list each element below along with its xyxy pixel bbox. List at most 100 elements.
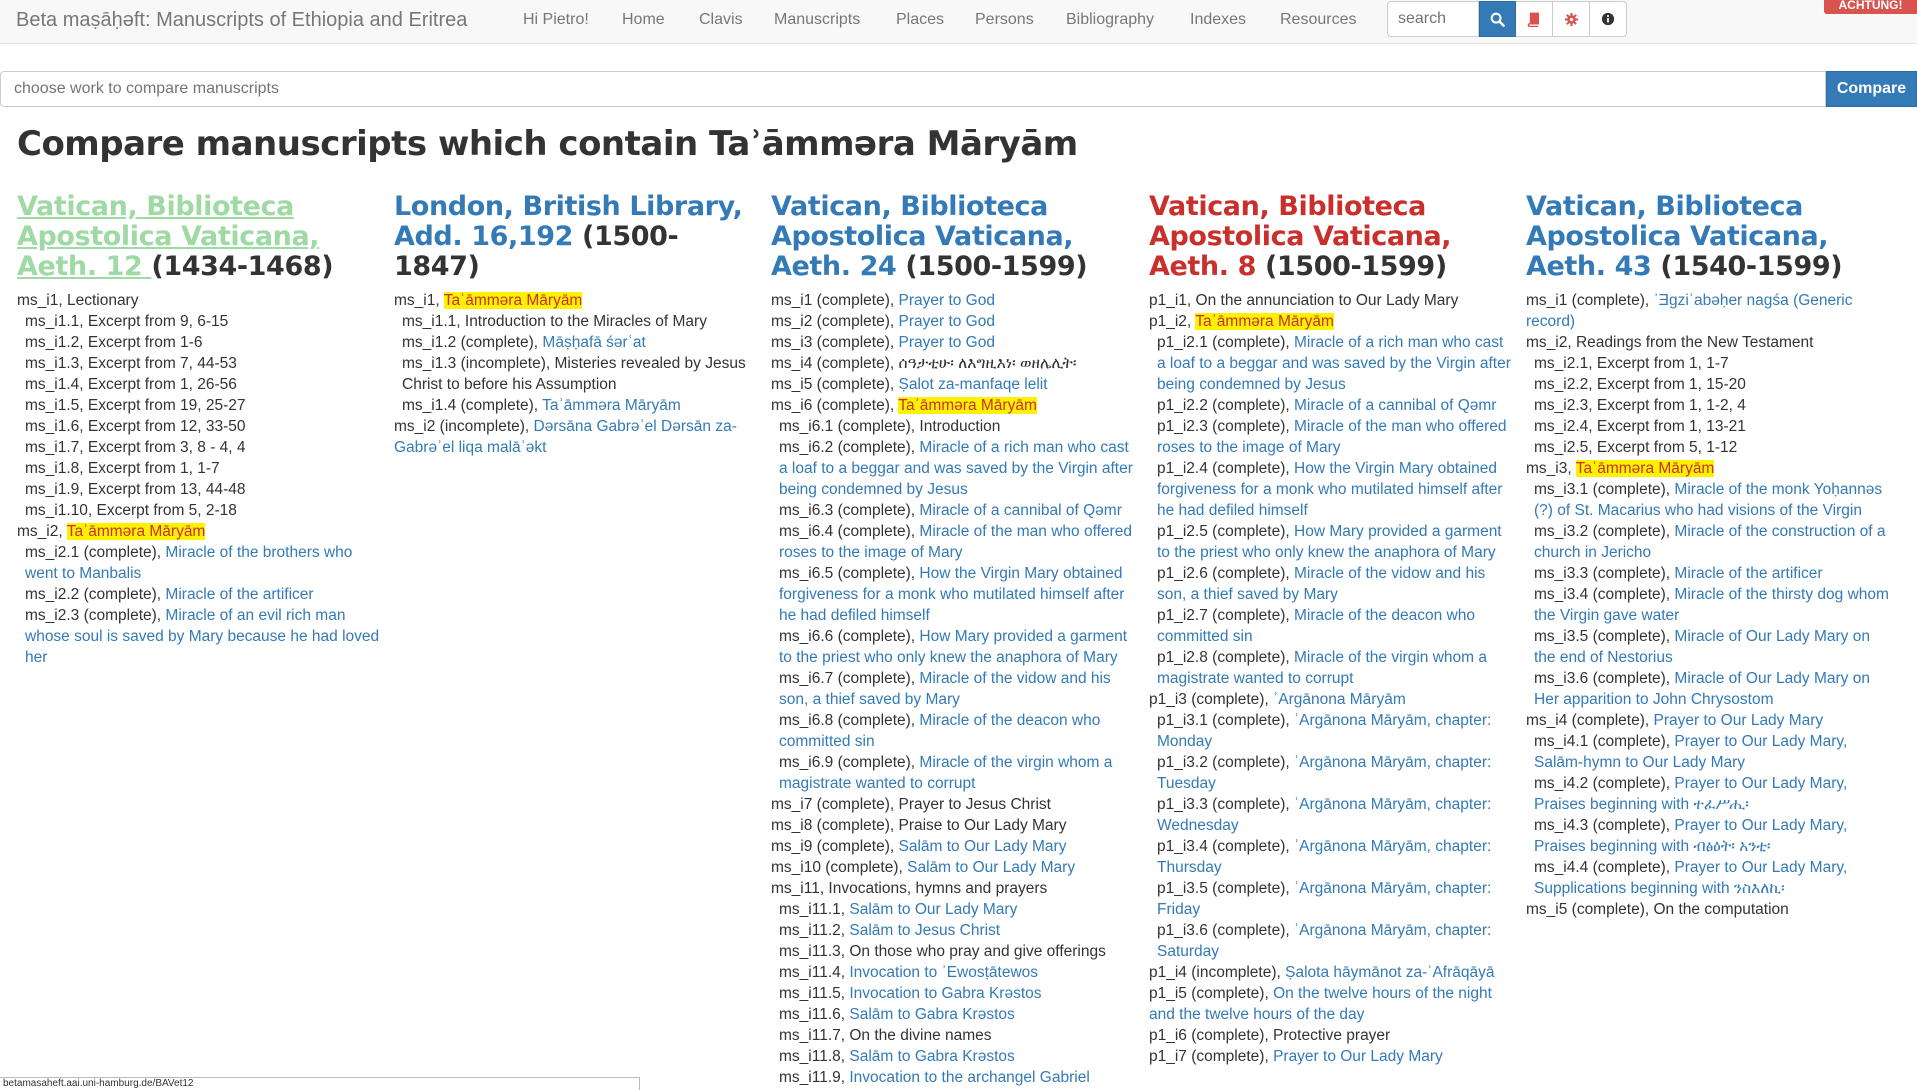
work-link[interactable]: Miracle of the artificer [165,586,313,603]
list-item: p1_i2.5 (complete), How Mary provided a … [1149,521,1514,563]
item-id: p1_i2.5 (complete), [1157,523,1294,540]
item-id: p1_i2.2 (complete), [1157,397,1294,414]
work-link[interactable]: Prayer to God [898,334,995,351]
info-button[interactable] [1590,1,1627,37]
item-id: ms_i6.3 (complete), [779,502,920,519]
work-link[interactable]: Māṣḥafā śərʿat [542,334,645,351]
brand-link[interactable]: Beta maṣāḥəft: Manuscripts of Ethiopia a… [16,9,467,32]
item-id: p1_i1, On the annunciation to Our Lady M… [1149,292,1459,309]
list-item: ms_i5 (complete), Ṣalot za-manfaqe lelit [771,374,1136,395]
list-item: ms_i2.3 (complete), Miracle of an evil r… [17,605,382,668]
manuscript-title: Vatican, Biblioteca Apostolica Vaticana,… [1526,192,1891,282]
nav-places[interactable]: Places [896,11,944,29]
work-link[interactable]: Salām to Jesus Christ [849,922,1000,939]
book-button[interactable] [1516,1,1553,37]
nav-bibliography[interactable]: Bibliography [1066,11,1154,29]
manuscript-title-link[interactable]: London, British Library, Add. 16,192 [394,191,743,252]
list-item: ms_i11.8, Salām to Gabra Krəstos [771,1046,1136,1067]
search-button[interactable] [1479,1,1516,37]
list-item: ms_i1.4, Excerpt from 1, 26-56 [17,374,382,395]
work-link[interactable]: Miracle of a cannibal of Qəmr [919,502,1121,519]
list-item: p1_i2.4 (complete), How the Virgin Mary … [1149,458,1514,521]
list-item: ms_i1.1, Excerpt from 9, 6-15 [17,311,382,332]
item-id: p1_i2.3 (complete), [1157,418,1294,435]
item-id: ms_i2.5, Excerpt from 5, 1-12 [1534,439,1738,456]
work-link[interactable]: Prayer to Our Lady Mary [1273,1048,1443,1065]
list-item: ms_i1.3, Excerpt from 7, 44-53 [17,353,382,374]
work-link[interactable]: Invocation to Gabra Krəstos [849,985,1041,1002]
work-link[interactable]: ʾArgānona Māryām [1273,691,1406,708]
work-link[interactable]: Ṣalota hāymānot za-ʾAfrāqāyā [1285,964,1494,981]
work-link[interactable]: Miracle of the artificer [1674,565,1822,582]
list-item: ms_i6.4 (complete), Miracle of the man w… [771,521,1136,563]
item-id: p1_i2.1 (complete), [1157,334,1294,351]
item-id: ms_i2.1 (complete), [25,544,166,561]
user-greeting-link[interactable]: Hi Pietro! [523,11,589,29]
list-item: ms_i1.6, Excerpt from 12, 33-50 [17,416,382,437]
item-id: ms_i11.7, On the divine names [779,1027,992,1044]
search-input[interactable] [1387,1,1479,37]
work-link[interactable]: Invocation to the archangel Gabriel [849,1069,1089,1086]
nav-manuscripts[interactable]: Manuscripts [774,11,860,29]
item-id: ms_i4.4 (complete), [1534,859,1675,876]
highlighted-work[interactable]: Taʾāmmərа Māryām [1575,460,1715,477]
work-link[interactable]: Salām to Our Lady Mary [898,838,1066,855]
list-item: ms_i11.5, Invocation to Gabra Krəstos [771,983,1136,1004]
manuscript-column: Vatican, Biblioteca Apostolica Vaticana,… [1526,192,1891,920]
item-id: ms_i2, Readings from the New Testament [1526,334,1814,351]
list-item: ms_i3.3 (complete), Miracle of the artif… [1526,563,1891,584]
item-id: ms_i1, Lectionary [17,292,139,309]
list-item: p1_i3.2 (complete), ʾArgānona Māryām, ch… [1149,752,1514,794]
work-link[interactable]: Salām to Our Lady Mary [849,901,1017,918]
item-id: ms_i5 (complete), On the computation [1526,901,1789,918]
work-link[interactable]: Prayer to Our Lady Mary [1653,712,1823,729]
nav-resources[interactable]: Resources [1280,11,1356,29]
work-link[interactable]: Prayer to God [898,313,995,330]
item-id: ms_i1.1, Excerpt from 9, 6-15 [25,313,229,330]
item-id: ms_i11, Invocations, hymns and prayers [771,880,1048,897]
list-item: ms_i1, Lectionary [17,290,382,311]
item-id: ms_i2 (incomplete), [394,418,534,435]
content-list: p1_i1, On the annunciation to Our Lady M… [1149,290,1514,1067]
item-id: ms_i3 (complete), [771,334,899,351]
highlighted-work[interactable]: Taʾāmmərа Māryām [1195,313,1334,330]
info-icon [1601,12,1615,26]
work-link[interactable]: Prayer to God [898,292,995,309]
list-item: ms_i11.1, Salām to Our Lady Mary [771,899,1136,920]
manuscript-title: Vatican, Biblioteca Apostolica Vaticana,… [17,192,382,282]
item-id: ms_i6.5 (complete), [779,565,920,582]
nav-clavis[interactable]: Clavis [699,11,743,29]
item-id: ms_i3.2 (complete), [1534,523,1675,540]
list-item: ms_i4.2 (complete), Prayer to Our Lady M… [1526,773,1891,815]
nav-persons[interactable]: Persons [975,11,1034,29]
item-id: p1_i5 (complete), [1149,985,1274,1002]
list-item: ms_i11.2, Salām to Jesus Christ [771,920,1136,941]
work-link[interactable]: Invocation to ʾEwosṭātewos [849,964,1038,981]
highlighted-work[interactable]: Taʾāmmərа Māryām [898,397,1037,414]
work-link[interactable]: Ṣalot za-manfaqe lelit [898,376,1047,393]
item-id: ms_i3.6 (complete), [1534,670,1675,687]
content-list: ms_i1, Lectionary ms_i1.1, Excerpt from 9… [17,290,382,668]
list-item: ms_i8 (complete), Praise to Our Lady Mar… [771,815,1136,836]
item-id: p1_i2.8 (complete), [1157,649,1294,666]
list-item: ms_i3.2 (complete), Miracle of the const… [1526,521,1891,563]
nav-indexes[interactable]: Indexes [1190,11,1246,29]
manuscript-title: London, British Library, Add. 16,192 (15… [394,192,759,282]
nav-home[interactable]: Home [622,11,665,29]
work-link[interactable]: Salām to Gabra Krəstos [849,1006,1014,1023]
work-link[interactable]: Salām to Our Lady Mary [907,859,1075,876]
list-item: p1_i2.8 (complete), Miracle of the virgi… [1149,647,1514,689]
highlighted-work[interactable]: Taʾāmmərа Māryām [66,523,206,540]
settings-button[interactable] [1553,1,1590,37]
item-id: ms_i3.3 (complete), [1534,565,1675,582]
work-link[interactable]: Taʾāmmərа Māryām [542,397,681,414]
work-link[interactable]: Salām to Gabra Krəstos [849,1048,1014,1065]
work-select-input[interactable] [0,71,1826,107]
list-item: ms_i11.7, On the divine names [771,1025,1136,1046]
work-link[interactable]: Miracle of a cannibal of Qəmr [1294,397,1496,414]
highlighted-work[interactable]: Taʾāmmərа Māryām [443,292,583,309]
compare-button[interactable]: Compare [1826,71,1917,107]
item-id: p1_i7 (complete), [1149,1048,1274,1065]
list-item: ms_i6.6 (complete), How Mary provided a … [771,626,1136,668]
achtung-badge[interactable]: ACHTUNG! [1824,0,1917,14]
